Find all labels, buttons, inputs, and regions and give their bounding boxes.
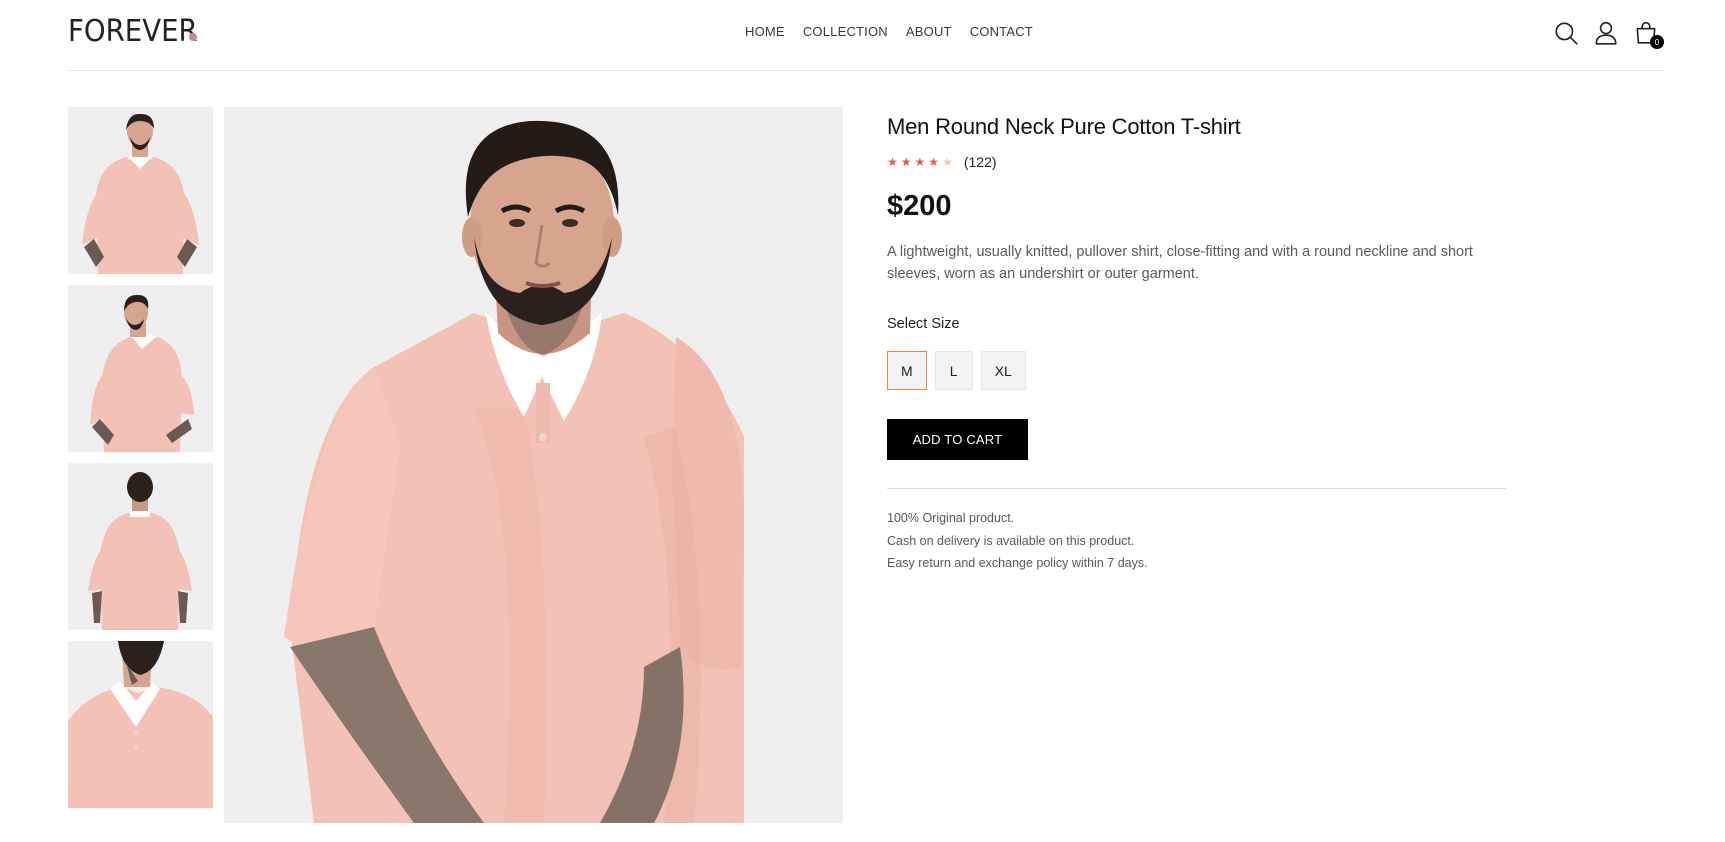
profile-icon[interactable] — [1593, 20, 1619, 46]
product-description: A lightweight, usually knitted, pullover… — [887, 244, 1473, 282]
product-price: $200 — [887, 190, 952, 222]
divider — [887, 488, 1506, 489]
size-button-l[interactable]: L — [934, 351, 973, 390]
rating-count: (122) — [963, 154, 997, 170]
nav-about[interactable]: ABOUT — [906, 24, 952, 39]
product-policies: 100% Original product. Cash on delivery … — [887, 507, 1148, 575]
thumbnail-1[interactable] — [68, 107, 213, 274]
star-icon: ★ — [887, 155, 898, 169]
logo[interactable]: FOREVER — [68, 14, 198, 49]
star-icon: ★ — [900, 155, 912, 169]
policy-item: 100% Original product. — [887, 511, 1015, 525]
cart-icon[interactable]: 0 — [1633, 20, 1664, 49]
size-button-xl[interactable]: XL — [980, 351, 1026, 390]
thumbnail-3[interactable] — [68, 463, 213, 630]
size-options: M L XL — [887, 351, 1026, 390]
star-empty-icon: ★ — [942, 155, 953, 169]
star-icon: ★ — [914, 155, 926, 169]
main-product-image — [224, 107, 843, 823]
main-nav: HOME COLLECTION ABOUT CONTACT — [745, 24, 1033, 39]
cart-count-badge: 0 — [1650, 35, 1664, 49]
logo-dot — [189, 33, 197, 41]
policy-item: Cash on delivery is available on this pr… — [887, 533, 1135, 548]
nav-contact[interactable]: CONTACT — [970, 24, 1033, 39]
header-icons: 0 — [1553, 20, 1664, 50]
policy-item: Easy return and exchange policy within 7… — [887, 556, 1148, 570]
add-to-cart-button[interactable]: ADD TO CART — [887, 419, 1028, 460]
thumbnail-2[interactable] — [68, 285, 213, 452]
search-icon[interactable] — [1553, 20, 1579, 46]
product-rating: ★ ★ ★ ★ ★ (122) — [887, 154, 997, 170]
site-header: FOREVER HOME COLLECTION ABOUT CONTACT 0 — [68, 0, 1664, 71]
size-button-m[interactable]: M — [887, 351, 927, 390]
star-icon: ★ — [928, 155, 940, 169]
select-size-label: Select Size — [887, 316, 960, 332]
nav-collection[interactable]: COLLECTION — [803, 24, 888, 39]
thumbnail-4[interactable] — [68, 641, 213, 808]
product-title: Men Round Neck Pure Cotton T-shirt — [887, 114, 1241, 139]
nav-home[interactable]: HOME — [745, 24, 785, 39]
